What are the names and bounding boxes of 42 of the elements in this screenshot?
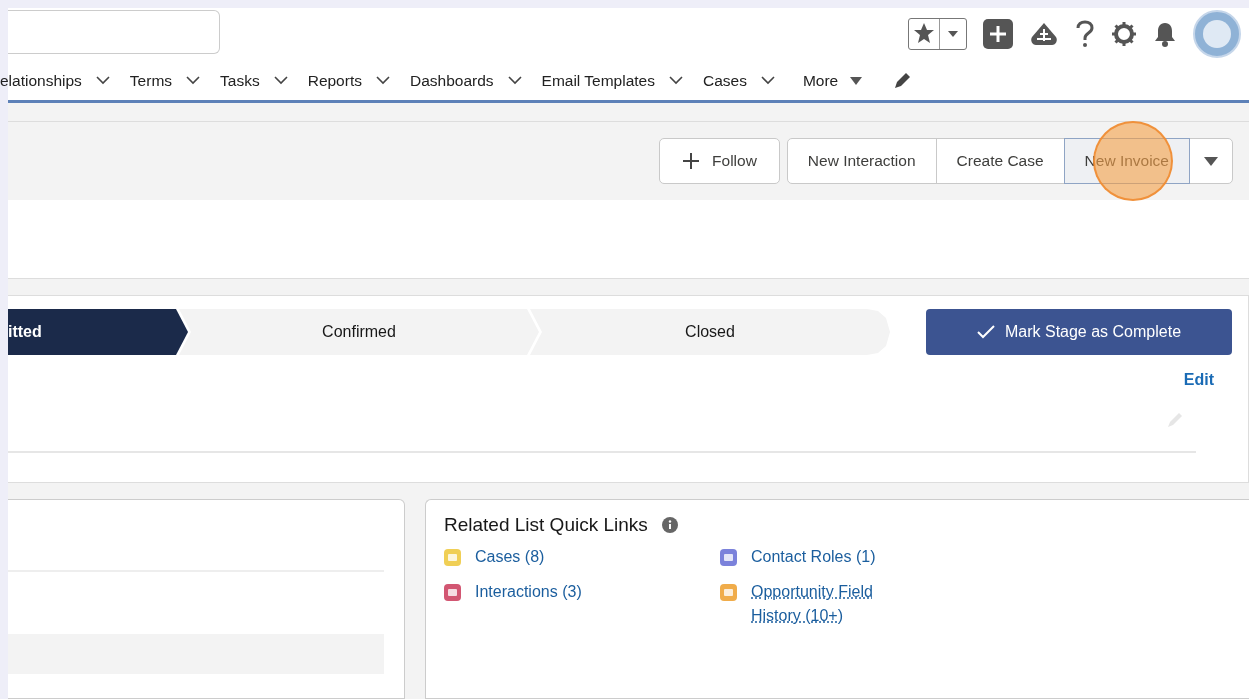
- action-button[interactable]: New Interaction: [786, 138, 937, 184]
- quick-link[interactable]: Cases (8): [475, 545, 545, 569]
- plus-icon: [682, 152, 701, 170]
- nav-tab[interactable]: elationships: [0, 71, 120, 90]
- nav-tab[interactable]: Email Templates: [541, 71, 693, 90]
- card-title: Related List Quick Links: [444, 514, 648, 536]
- caret-icon: [1204, 156, 1218, 166]
- help-icon[interactable]: [1075, 19, 1095, 48]
- follow-button[interactable]: Follow: [659, 138, 780, 184]
- quick-link[interactable]: Opportunity Field History (10+): [751, 580, 900, 628]
- info-icon: [661, 517, 678, 533]
- path-stage[interactable]: Closed: [530, 309, 890, 355]
- chevron-down-icon: [760, 76, 775, 86]
- check-icon: [976, 325, 995, 339]
- quick-link[interactable]: Interactions (3): [475, 580, 582, 604]
- nav-tab[interactable]: Tasks: [220, 71, 298, 90]
- dropdown-button[interactable]: [1189, 138, 1233, 184]
- chevron-down-icon: [186, 76, 201, 86]
- favorites-button[interactable]: [908, 17, 967, 50]
- quick-link[interactable]: Contact Roles (1): [751, 545, 876, 569]
- settings-icon[interactable]: [1111, 20, 1137, 47]
- search-field[interactable]: [8, 9, 220, 54]
- caret-icon: [850, 76, 863, 85]
- path-stage[interactable]: Confirmed: [179, 309, 539, 355]
- chevron-down-icon: [669, 76, 683, 86]
- nav-tab[interactable]: Terms: [129, 71, 211, 90]
- chevron-down-icon: [375, 76, 390, 86]
- caret-icon: [948, 30, 958, 37]
- mark-complete-button[interactable]: Mark Stage as Complete: [926, 309, 1232, 355]
- nav-tab[interactable]: Cases: [703, 71, 785, 90]
- chevron-down-icon: [507, 76, 522, 86]
- add-icon[interactable]: [983, 18, 1013, 49]
- edit-link[interactable]: Edit: [1183, 371, 1214, 389]
- bell-icon[interactable]: [1153, 20, 1177, 47]
- nav-tab[interactable]: Reports: [307, 71, 400, 90]
- path-stage[interactable]: itted: [8, 309, 188, 355]
- chevron-down-icon: [273, 76, 288, 86]
- more-tab[interactable]: More: [796, 70, 869, 91]
- nav-tab[interactable]: Dashboards: [409, 71, 532, 90]
- chevron-down-icon: [95, 76, 110, 86]
- pencil-icon[interactable]: [892, 70, 913, 91]
- action-button[interactable]: Create Case: [935, 138, 1065, 184]
